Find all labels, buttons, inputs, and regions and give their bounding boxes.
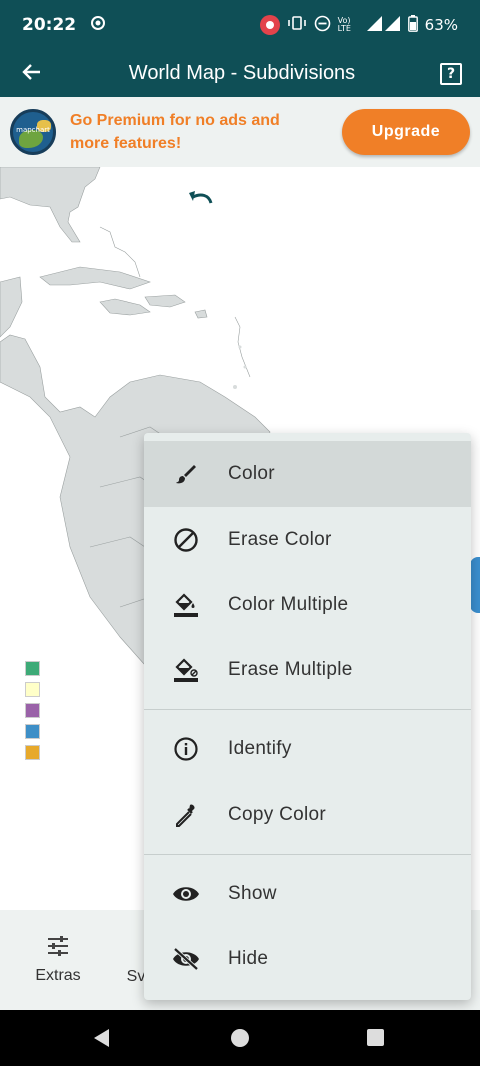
- menu-item-hide[interactable]: Hide: [144, 926, 471, 992]
- menu-item-label: Erase Color: [228, 529, 332, 550]
- menu-item-label: Copy Color: [228, 804, 327, 825]
- system-recents-button[interactable]: [367, 1029, 384, 1046]
- legend-swatch-green[interactable]: [25, 661, 40, 676]
- menu-divider: [144, 854, 471, 855]
- nav-extras-label: Extras: [35, 967, 81, 984]
- menu-item-label: Show: [228, 883, 277, 904]
- screen: 20:22 Vo) LTE 63% World Map - Subdivisio…: [0, 0, 480, 1066]
- signal-icon: [366, 15, 401, 35]
- status-time: 20:22: [22, 15, 77, 35]
- page-title: World Map - Subdivisions: [128, 62, 356, 84]
- legend-swatch-blue[interactable]: [25, 724, 40, 739]
- premium-text: Go Premium for no ads and more features!: [70, 112, 280, 152]
- legend-swatch-orange[interactable]: [25, 745, 40, 760]
- menu-item-label: Identify: [228, 738, 292, 759]
- nav-partial-label: Sv: [126, 968, 146, 985]
- menu-item-identify[interactable]: Identify: [144, 716, 471, 782]
- cast-icon: [90, 15, 106, 36]
- back-button[interactable]: [0, 59, 64, 89]
- upgrade-button[interactable]: Upgrade: [342, 109, 470, 155]
- vibrate-icon: [287, 15, 307, 35]
- menu-item-label: Hide: [228, 948, 269, 969]
- menu-item-label: Color: [228, 463, 275, 484]
- dnd-icon: [314, 15, 331, 36]
- volte-icon: Vo) LTE: [337, 16, 351, 33]
- nav-extras[interactable]: Extras: [28, 910, 88, 1010]
- fill-bucket-icon: [174, 593, 198, 617]
- legend-swatch-purple[interactable]: [25, 703, 40, 718]
- menu-divider: [144, 709, 471, 710]
- status-bar: 20:22 Vo) LTE 63%: [0, 0, 480, 50]
- premium-banner: mapchart Go Premium for no ads and more …: [0, 97, 480, 167]
- block-icon: [174, 528, 198, 552]
- menu-item-color-multiple[interactable]: Color Multiple: [144, 572, 471, 638]
- battery-percent: 63%: [424, 16, 458, 34]
- battery-icon: [407, 14, 418, 36]
- help-button[interactable]: ?: [440, 62, 462, 85]
- context-menu: Color Erase Color Color Multiple Erase M…: [144, 433, 471, 1000]
- eye-off-icon: [173, 947, 199, 971]
- screen-record-icon: [259, 15, 280, 35]
- erase-fill-icon: [174, 658, 198, 682]
- menu-item-copy-color[interactable]: Copy Color: [144, 782, 471, 848]
- menu-item-label: Erase Multiple: [228, 659, 353, 680]
- info-icon: [174, 737, 198, 761]
- eye-icon: [173, 887, 199, 901]
- menu-item-color[interactable]: Color: [144, 441, 471, 507]
- brush-icon: [176, 465, 196, 484]
- system-navigation-bar: [0, 1010, 480, 1066]
- menu-item-show[interactable]: Show: [144, 861, 471, 927]
- menu-item-erase-color[interactable]: Erase Color: [144, 507, 471, 573]
- nav-partial[interactable]: Sv: [126, 910, 146, 1010]
- undo-button[interactable]: [187, 185, 215, 213]
- menu-item-erase-multiple[interactable]: Erase Multiple: [144, 637, 471, 703]
- undo-icon: [189, 191, 213, 204]
- menu-item-label: Color Multiple: [228, 594, 349, 615]
- app-bar: World Map - Subdivisions ?: [0, 50, 480, 97]
- mapchart-logo: mapchart: [10, 109, 56, 155]
- tune-icon: [48, 936, 68, 956]
- side-panel-handle[interactable]: [470, 557, 480, 613]
- legend-swatch-yellow[interactable]: [25, 682, 40, 697]
- eyedropper-icon: [176, 804, 195, 827]
- system-home-button[interactable]: [231, 1029, 249, 1047]
- system-back-button[interactable]: [94, 1029, 109, 1047]
- color-legend: [25, 661, 40, 766]
- arrow-back-icon: [22, 63, 40, 80]
